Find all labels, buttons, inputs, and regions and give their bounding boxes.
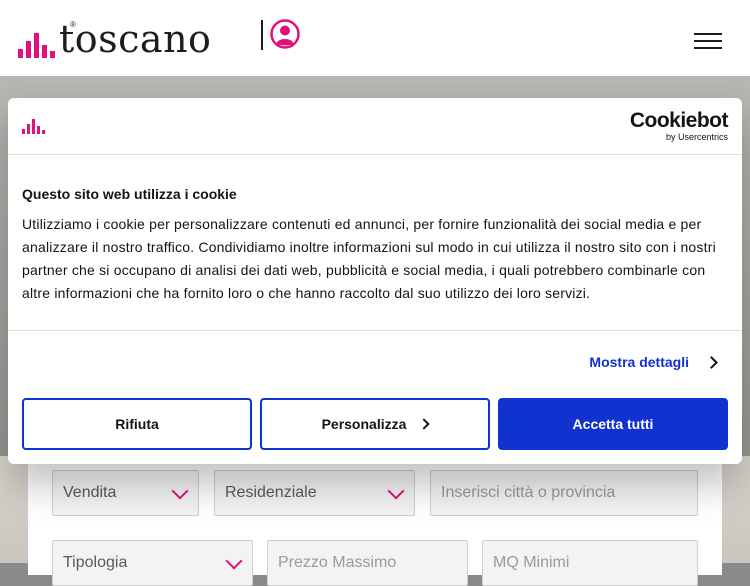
- reject-button[interactable]: Rifiuta: [22, 398, 252, 450]
- hamburger-menu-icon[interactable]: [694, 33, 722, 49]
- property-search-form: Vendita Residenziale Inserisci città o p…: [28, 455, 722, 586]
- customize-label: Personalizza: [321, 416, 407, 432]
- show-details-label: Mostra dettagli: [589, 354, 689, 370]
- cookiebot-name: Cookiebot: [629, 109, 729, 132]
- site-logo-icon: [22, 118, 45, 134]
- brand-name: toscano: [59, 17, 212, 61]
- cookie-title: Questo sito web utilizza i cookie: [22, 186, 237, 202]
- reject-label: Rifiuta: [115, 416, 159, 432]
- chevron-down-icon: [225, 552, 243, 570]
- customize-button[interactable]: Personalizza: [260, 398, 490, 450]
- min-sqm-input[interactable]: MQ Minimi: [482, 540, 698, 586]
- show-details-link[interactable]: Mostra dettagli: [589, 354, 718, 370]
- site-header: ® toscano: [0, 0, 750, 76]
- category-select-value: Residenziale: [225, 484, 317, 501]
- cookie-dialog-header: Cookiebot by Usercentrics: [8, 98, 742, 155]
- min-sqm-placeholder: MQ Minimi: [493, 554, 570, 571]
- cookie-consent-dialog: Cookiebot by Usercentrics Questo sito we…: [8, 98, 742, 464]
- type-select[interactable]: Tipologia: [52, 540, 253, 586]
- category-select[interactable]: Residenziale: [214, 470, 415, 516]
- cookiebot-logo[interactable]: Cookiebot by Usercentrics: [629, 109, 729, 143]
- chevron-down-icon: [171, 482, 189, 500]
- location-placeholder: Inserisci città o provincia: [441, 484, 616, 501]
- contract-select-value: Vendita: [63, 484, 117, 501]
- contract-select[interactable]: Vendita: [52, 470, 199, 516]
- header-divider: [261, 20, 263, 50]
- location-input[interactable]: Inserisci città o provincia: [430, 470, 698, 516]
- toscano-logo[interactable]: ® toscano: [18, 18, 211, 58]
- accept-all-label: Accetta tutti: [572, 416, 654, 432]
- accept-all-button[interactable]: Accetta tutti: [498, 398, 728, 450]
- chevron-right-icon: [418, 418, 431, 430]
- registered-mark: ®: [70, 20, 76, 29]
- type-select-value: Tipologia: [63, 554, 128, 571]
- user-circle-icon[interactable]: [270, 19, 300, 49]
- chevron-right-icon: [705, 355, 718, 369]
- max-price-input[interactable]: Prezzo Massimo: [267, 540, 468, 586]
- divider: [8, 330, 742, 331]
- max-price-placeholder: Prezzo Massimo: [278, 554, 397, 571]
- cookie-description: Utilizziamo i cookie per personalizzare …: [22, 216, 716, 301]
- cookiebot-byline: by Usercentrics: [665, 132, 728, 142]
- chevron-down-icon: [387, 482, 405, 500]
- logo-bars-icon: [18, 24, 55, 58]
